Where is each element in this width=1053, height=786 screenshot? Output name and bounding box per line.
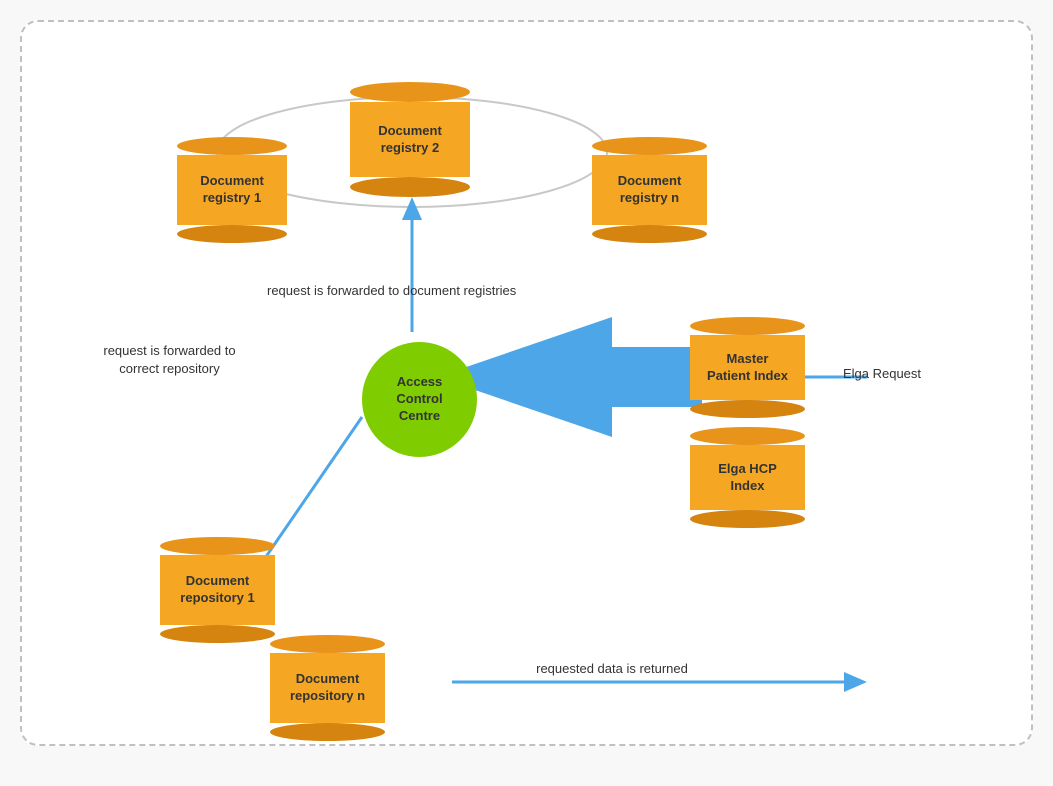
doc-repository-n: Documentrepository n [270, 635, 385, 741]
label-requested-data: requested data is returned [492, 660, 732, 678]
diagram-container: Documentregistry 1 Documentregistry 2 Do… [20, 20, 1033, 746]
doc-registry-n: Documentregistry n [592, 137, 707, 243]
doc-repository-1: Documentrepository 1 [160, 537, 275, 643]
label-elga-request: Elga Request [822, 365, 942, 383]
doc-registry-1: Documentregistry 1 [177, 137, 287, 243]
elga-hcp-index: Elga HCPIndex [690, 427, 805, 528]
master-patient-index: MasterPatient Index [690, 317, 805, 418]
doc-registry-2: Documentregistry 2 [350, 82, 470, 197]
label-forwarded-registries: request is forwarded to document registr… [267, 282, 547, 300]
label-forwarded-repository: request is forwarded tocorrect repositor… [82, 342, 257, 378]
access-control-centre: AccessControlCentre [362, 342, 477, 457]
